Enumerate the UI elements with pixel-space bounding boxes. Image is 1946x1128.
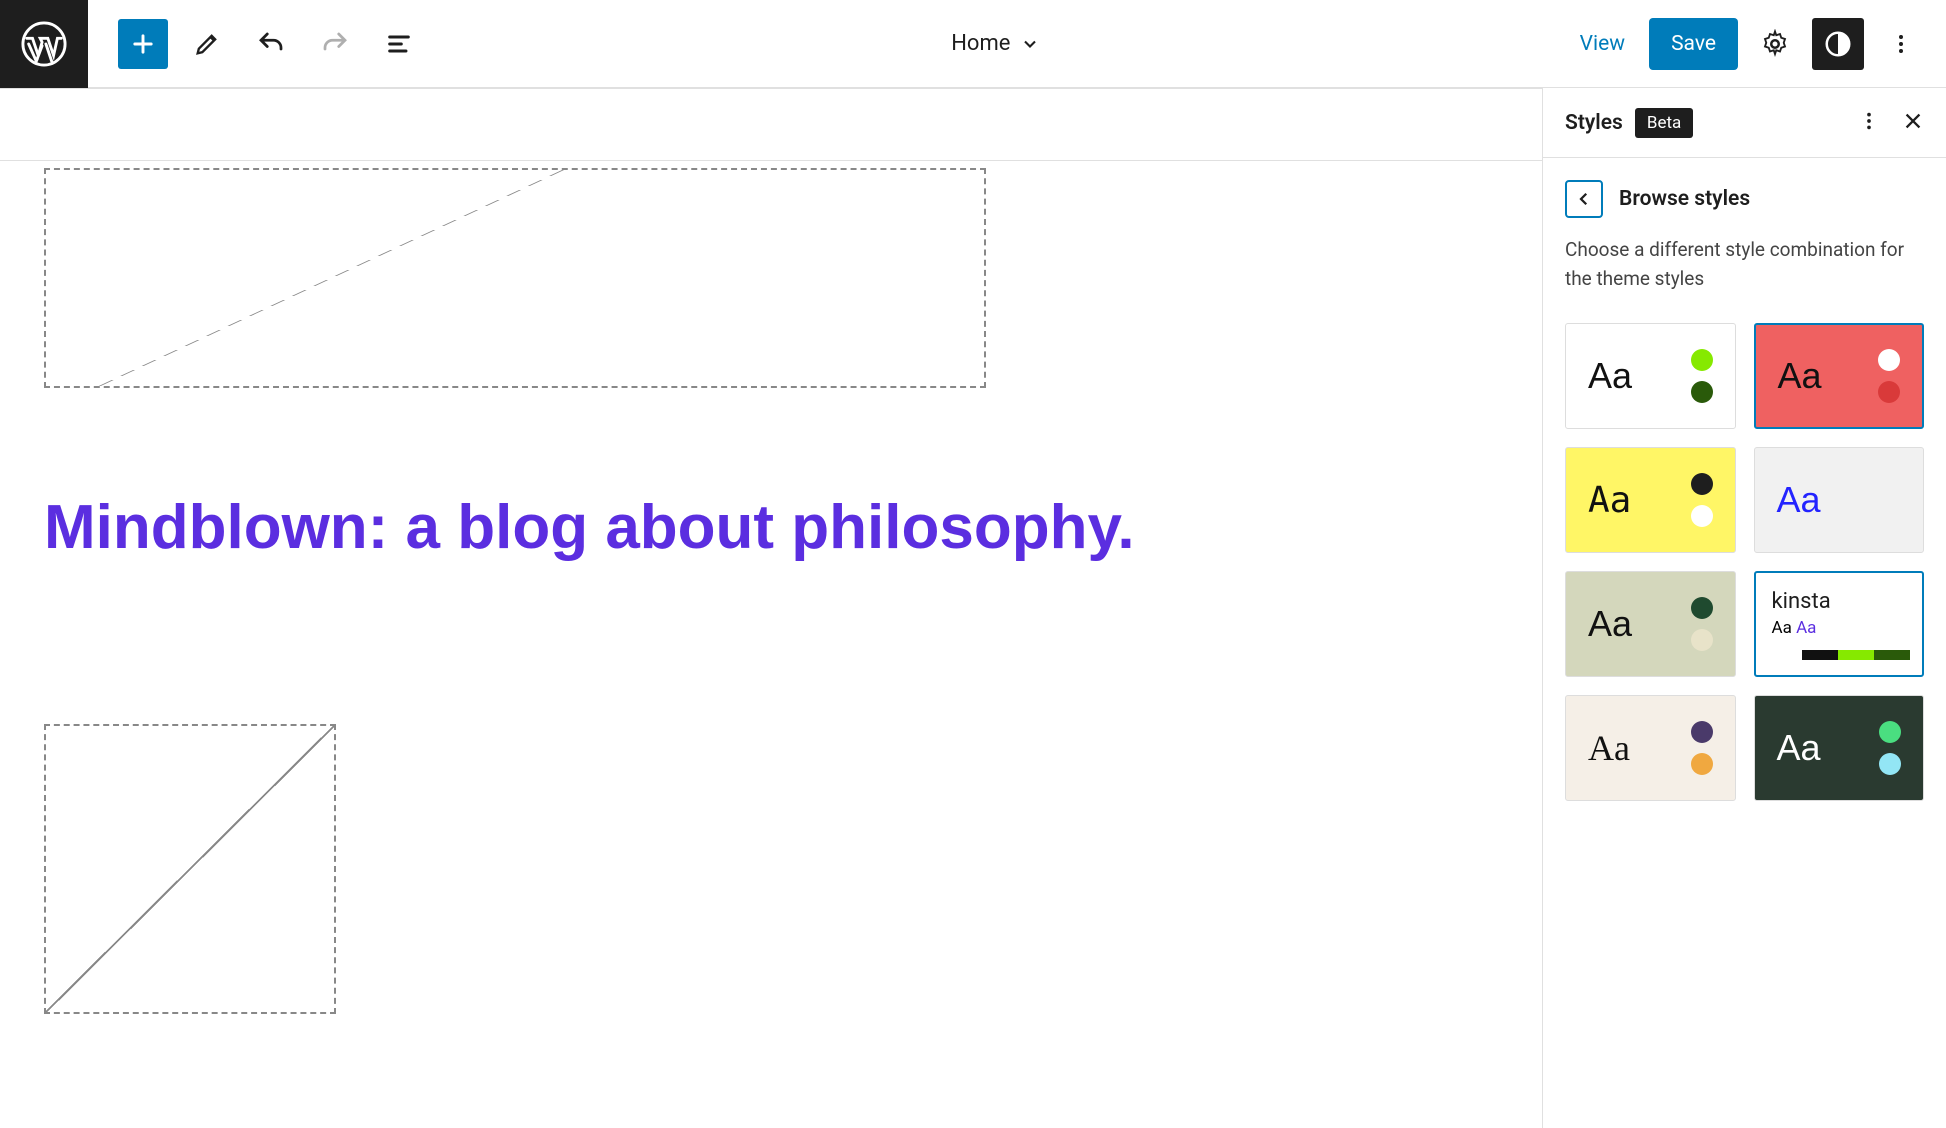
settings-button[interactable] <box>1750 19 1800 69</box>
panel-nav: Browse styles <box>1565 180 1924 218</box>
image-placeholder-block-small[interactable] <box>44 724 336 1014</box>
style-variation-4[interactable]: Aa <box>1565 571 1736 677</box>
variation-typography-sample: Aa <box>1588 727 1630 769</box>
pencil-icon <box>193 30 221 58</box>
more-vertical-icon <box>1889 32 1913 56</box>
list-view-icon <box>385 30 413 58</box>
variation-name: kinsta <box>1772 589 1907 614</box>
add-block-button[interactable] <box>118 19 168 69</box>
canvas-divider <box>0 160 1542 161</box>
variation-color-dots <box>1879 721 1901 775</box>
plus-icon <box>129 30 157 58</box>
template-navigation-button[interactable]: Home <box>424 31 1568 56</box>
variation-typography-sample: Aa <box>1778 355 1822 397</box>
variation-color-dots <box>1879 473 1901 527</box>
panel-description: Choose a different style combination for… <box>1565 236 1924 293</box>
styles-icon <box>1823 29 1853 59</box>
variation-color-dots <box>1691 473 1713 527</box>
wordpress-icon <box>21 21 67 67</box>
style-variation-1[interactable]: Aa <box>1754 323 1925 429</box>
view-link[interactable]: View <box>1568 22 1637 66</box>
styles-more-button[interactable] <box>1858 110 1880 136</box>
top-toolbar: Home View Save <box>0 0 1946 88</box>
close-sidebar-button[interactable] <box>1902 110 1924 136</box>
editor-canvas[interactable]: Mindblown: a blog about philosophy. <box>0 88 1542 1128</box>
style-variation-5[interactable]: kinsta Aa Aa <box>1754 571 1925 677</box>
template-name: Home <box>951 31 1010 56</box>
undo-icon <box>256 29 286 59</box>
style-variation-0[interactable]: Aa <box>1565 323 1736 429</box>
variation-typography-sample: Aa <box>1777 479 1821 521</box>
wordpress-logo-button[interactable] <box>0 0 88 88</box>
page-heading[interactable]: Mindblown: a blog about philosophy. <box>44 489 1135 567</box>
more-vertical-icon <box>1858 110 1880 132</box>
styles-button[interactable] <box>1812 18 1864 70</box>
close-icon <box>1902 110 1924 132</box>
style-variation-6[interactable]: Aa <box>1565 695 1736 801</box>
sidebar-title: Styles <box>1565 111 1623 135</box>
panel-title: Browse styles <box>1619 187 1750 211</box>
styles-sidebar: Styles Beta Browse styles Choose a diffe… <box>1542 88 1946 1128</box>
image-placeholder-block[interactable] <box>44 168 986 388</box>
variation-color-dots <box>1691 597 1713 651</box>
tools-button[interactable] <box>182 19 232 69</box>
back-button[interactable] <box>1565 180 1603 218</box>
variation-typography-sample: Aa <box>1588 603 1632 645</box>
save-button[interactable]: Save <box>1649 18 1738 70</box>
style-variations-grid: Aa Aa Aa Aa Aa kinsta Aa Aa Aa Aa <box>1565 323 1924 801</box>
sidebar-header: Styles Beta <box>1543 88 1946 158</box>
variation-color-dots <box>1691 349 1713 403</box>
variation-color-bar <box>1802 650 1911 660</box>
style-variation-7[interactable]: Aa <box>1754 695 1925 801</box>
beta-badge: Beta <box>1635 108 1693 138</box>
variation-typography-sample: Aa <box>1588 355 1632 397</box>
variation-typography-sample: Aa <box>1588 480 1631 521</box>
variation-color-dots <box>1878 349 1900 403</box>
variation-typography-sample: Aa <box>1777 727 1821 769</box>
toolbar-right-group: View Save <box>1568 18 1946 70</box>
variation-sample: Aa Aa <box>1772 618 1907 638</box>
style-variation-3[interactable]: Aa <box>1754 447 1925 553</box>
undo-button[interactable] <box>246 19 296 69</box>
redo-icon <box>320 29 350 59</box>
options-button[interactable] <box>1876 19 1926 69</box>
gear-icon <box>1760 29 1790 59</box>
redo-button[interactable] <box>310 19 360 69</box>
chevron-down-icon <box>1020 34 1040 54</box>
variation-color-dots <box>1691 721 1713 775</box>
style-variation-2[interactable]: Aa <box>1565 447 1736 553</box>
list-view-button[interactable] <box>374 19 424 69</box>
chevron-left-icon <box>1575 190 1593 208</box>
toolbar-left-group <box>88 19 424 69</box>
